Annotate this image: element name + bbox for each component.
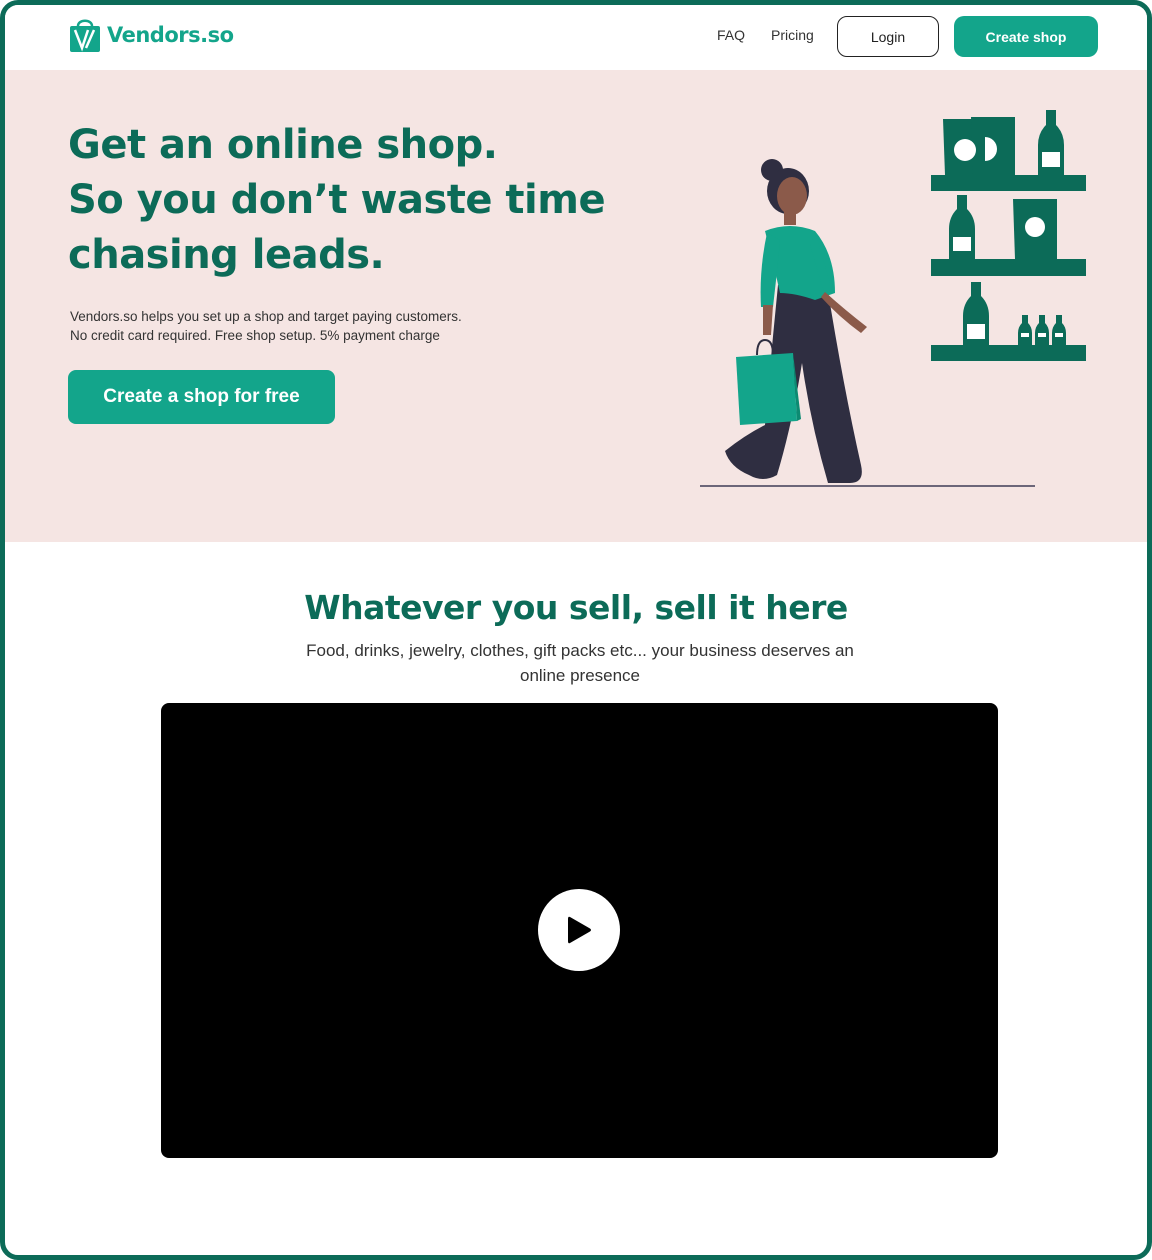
hero-description-line: No credit card required. Free shop setup… [70, 328, 440, 343]
hero-title-line: chasing leads. [68, 232, 385, 278]
woman-figure [725, 159, 867, 483]
shopper-illustration [700, 110, 1086, 487]
video-player[interactable] [161, 703, 998, 1158]
hero-title-line: Get an online shop. [68, 122, 498, 168]
hero-title-line: So you don’t waste time [68, 177, 606, 223]
play-button[interactable] [538, 889, 620, 971]
section-title: Whatever you sell, sell it here [304, 588, 848, 627]
hero-description: Vendors.so helps you set up a shop and t… [70, 307, 462, 345]
shelves [931, 110, 1086, 361]
nav-faq-link[interactable]: FAQ [717, 27, 745, 43]
hero-title: Get an online shop. So you don’t waste t… [68, 118, 628, 283]
play-icon [568, 916, 591, 944]
nav-pricing-link[interactable]: Pricing [771, 27, 814, 43]
create-free-shop-button[interactable]: Create a shop for free [68, 370, 335, 424]
page-frame: Vendors.so FAQ Pricing Login Create shop… [0, 0, 1152, 1260]
hero-description-line: Vendors.so helps you set up a shop and t… [70, 309, 462, 324]
shopping-bag-logo-icon [70, 19, 100, 52]
brand-name: Vendors.so [107, 23, 234, 47]
hero-section: Get an online shop. So you don’t waste t… [5, 70, 1147, 542]
login-button[interactable]: Login [837, 16, 939, 57]
brand-logo[interactable]: Vendors.so [69, 17, 234, 53]
site-header: Vendors.so FAQ Pricing Login Create shop [5, 5, 1147, 70]
create-shop-button[interactable]: Create shop [954, 16, 1098, 57]
section-subtitle: Food, drinks, jewelry, clothes, gift pac… [306, 641, 854, 685]
